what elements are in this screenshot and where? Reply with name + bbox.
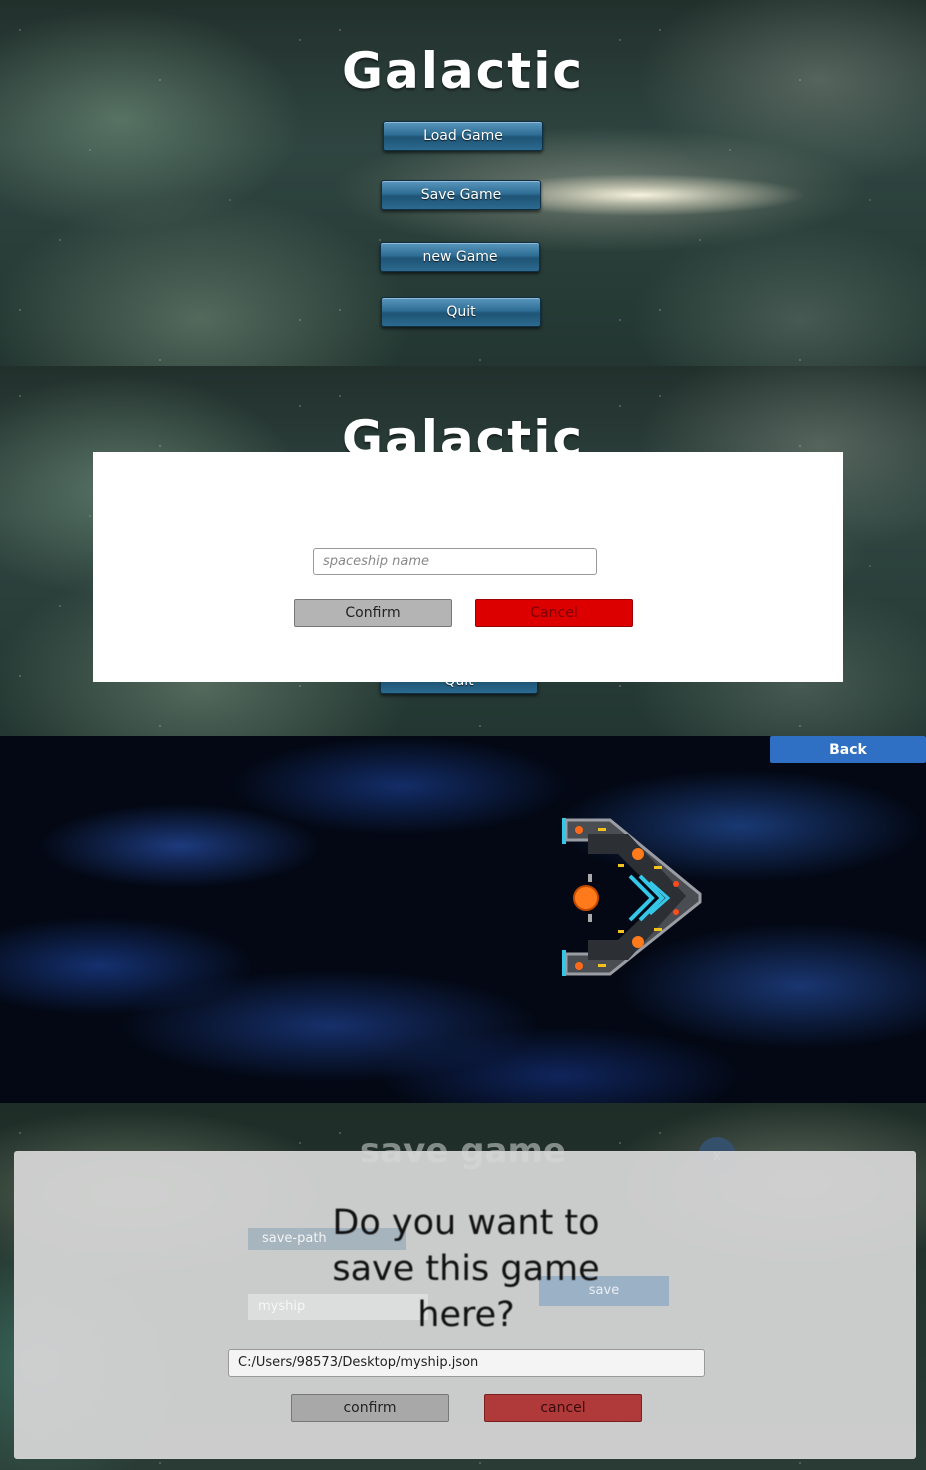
new-game-button[interactable]: new Game [380, 242, 540, 272]
spaceship-icon [562, 818, 702, 976]
save-confirm-dialog: save-path myship save Do you want to sav… [14, 1151, 916, 1459]
load-game-button[interactable]: Load Game [383, 121, 543, 151]
main-menu-screen: Galactic Load Game Save Game new Game Qu… [0, 0, 926, 366]
name-dialog-screen: Galactic Quit spaceship name Confirm Can… [0, 366, 926, 736]
save-confirm-screen: save game x save-path myship save Do you… [0, 1103, 926, 1470]
space-view-screen: Back [0, 736, 926, 1103]
cancel-button[interactable]: cancel [484, 1394, 642, 1422]
quit-button[interactable]: Quit [381, 297, 541, 327]
confirm-button[interactable]: Confirm [294, 599, 452, 627]
question-line-3: here? [417, 1295, 515, 1335]
confirm-button[interactable]: confirm [291, 1394, 449, 1422]
save-game-button[interactable]: Save Game [381, 180, 541, 210]
spaceship-name-dialog: spaceship name Confirm Cancel [93, 452, 843, 682]
save-question: Do you want to save this game here? [15, 1200, 917, 1338]
cancel-button[interactable]: Cancel [475, 599, 633, 627]
spaceship-name-input[interactable]: spaceship name [313, 548, 597, 575]
question-line-1: Do you want to [332, 1203, 600, 1243]
back-button[interactable]: Back [770, 736, 926, 763]
game-title: Galactic [342, 42, 584, 100]
question-line-2: save this game [332, 1249, 600, 1289]
save-path-field[interactable]: C:/Users/98573/Desktop/myship.json [228, 1349, 705, 1377]
